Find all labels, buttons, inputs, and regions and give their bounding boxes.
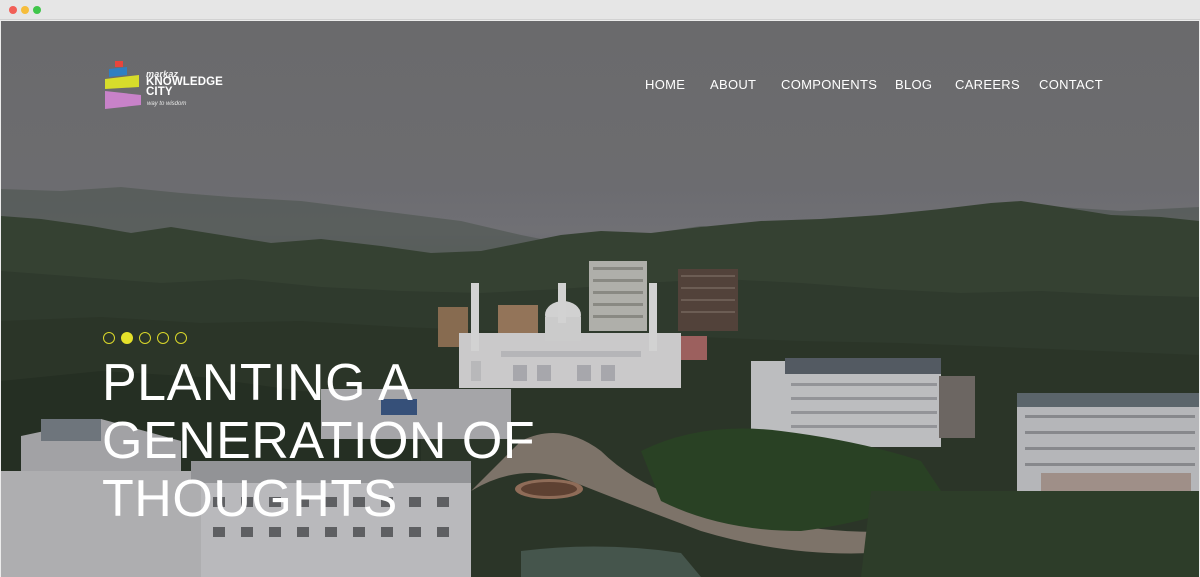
slider-dot-3[interactable] [139, 332, 151, 344]
nav-careers[interactable]: CAREERS [955, 77, 1020, 92]
nav-about[interactable]: ABOUT [710, 77, 756, 92]
brand-logo[interactable]: markaz KNOWLEDGE CITY way to wisdom [105, 59, 225, 111]
slider-dot-2[interactable] [121, 332, 133, 344]
window-titlebar [0, 0, 1200, 20]
maximize-window-button[interactable] [33, 6, 41, 14]
close-window-button[interactable] [9, 6, 17, 14]
hero-headline: PLANTING A GENERATION OF THOUGHTS [102, 354, 535, 528]
headline-line: GENERATION OF [102, 412, 536, 470]
hero-banner: markaz KNOWLEDGE CITY way to wisdom HOME… [1, 21, 1199, 577]
brand-name: KNOWLEDGE CITY [146, 76, 223, 98]
slider-dot-1[interactable] [103, 332, 115, 344]
minimize-window-button[interactable] [21, 6, 29, 14]
nav-components[interactable]: COMPONENTS [781, 77, 877, 92]
brand-logo-icon [105, 61, 141, 109]
browser-window: markaz KNOWLEDGE CITY way to wisdom HOME… [0, 0, 1200, 577]
slider-dot-5[interactable] [175, 332, 187, 344]
headline-line: PLANTING A [102, 354, 414, 412]
headline-line: THOUGHTS [102, 470, 398, 528]
nav-home[interactable]: HOME [645, 77, 685, 92]
nav-contact[interactable]: CONTACT [1039, 77, 1103, 92]
brand-tagline: way to wisdom [147, 101, 187, 107]
slider-dot-4[interactable] [157, 332, 169, 344]
nav-blog[interactable]: BLOG [895, 77, 932, 92]
